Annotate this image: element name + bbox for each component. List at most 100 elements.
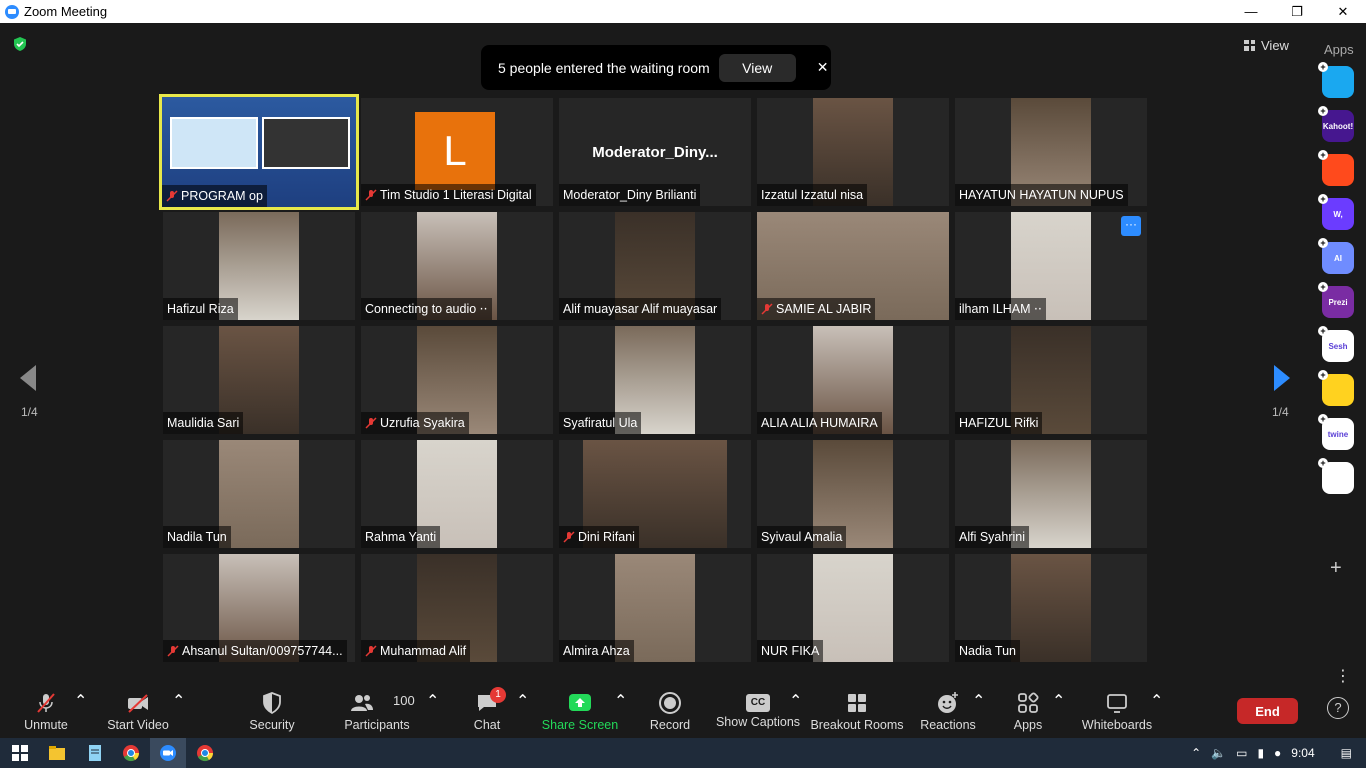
pitch-app-icon[interactable]: + xyxy=(1318,62,1354,98)
participant-tile[interactable]: Alif muayasar Alif muayasar xyxy=(559,212,751,320)
add-app-icon[interactable]: + xyxy=(1330,557,1342,580)
participant-tile[interactable]: Uzrufia Syakira xyxy=(361,326,553,434)
participant-tile[interactable]: HAYATUN HAYATUN NUPUS xyxy=(955,98,1147,206)
zoom-taskbar-active[interactable] xyxy=(150,738,186,768)
tray-chevron-icon[interactable]: ⌃ xyxy=(1191,746,1201,760)
participant-tile[interactable]: Almira Ahza xyxy=(559,554,751,662)
close-button[interactable]: ✕ xyxy=(1320,0,1366,23)
audio-options-chevron-icon[interactable]: ⌃ xyxy=(74,691,87,711)
participant-name: Moderator_Diny Brilianti xyxy=(563,188,697,202)
mic-tray-icon[interactable]: ● xyxy=(1274,746,1281,760)
help-icon[interactable]: ? xyxy=(1327,697,1349,719)
participant-tile[interactable]: Dini Rifani xyxy=(559,440,751,548)
participant-tile[interactable]: Ahsanul Sultan/009757744... xyxy=(163,554,355,662)
security-button[interactable]: Security xyxy=(249,685,295,738)
unmute-button[interactable]: Unmute xyxy=(24,685,68,738)
file-explorer-icon[interactable] xyxy=(48,744,66,762)
apps-label[interactable]: Apps xyxy=(1324,42,1354,57)
meeting-area: 5 people entered the waiting room View ✕… xyxy=(0,23,1366,685)
reactions-chevron-icon[interactable]: ⌃ xyxy=(972,691,985,711)
participant-tile[interactable]: Nadia Tun xyxy=(955,554,1147,662)
participant-name: Izzatul Izzatul nisa xyxy=(761,188,864,202)
participant-name-bar: Nadia Tun xyxy=(955,640,1020,662)
participant-tile[interactable]: SAMIE AL JABIR xyxy=(757,212,949,320)
zoom-taskbar-icon xyxy=(160,745,176,761)
participant-tile[interactable]: Alfi Syahrini xyxy=(955,440,1147,548)
maximize-button[interactable]: ❐ xyxy=(1274,0,1320,23)
speaker-icon[interactable]: 🔈 xyxy=(1211,746,1226,760)
security-shield-icon xyxy=(263,692,281,715)
participant-name-bar: PROGRAM op xyxy=(162,185,267,207)
previous-page-arrow-icon[interactable] xyxy=(18,363,38,393)
miro-red-app-icon[interactable]: + xyxy=(1318,150,1354,186)
participant-name-bar: HAYATUN HAYATUN NUPUS xyxy=(955,184,1128,206)
encryption-shield-icon[interactable] xyxy=(12,36,28,52)
participant-tile[interactable]: Moderator_Diny... Moderator_Diny Briliant… xyxy=(559,98,751,206)
notifications-icon[interactable]: ▤ xyxy=(1341,746,1352,760)
app-label: Prezi xyxy=(1328,297,1348,307)
next-page-arrow-icon[interactable] xyxy=(1272,363,1292,393)
reactions-button[interactable]: Reactions xyxy=(920,685,976,738)
system-tray: ⌃ 🔈 ▭ ▮ ● 9:04 ▤ xyxy=(1191,738,1366,768)
view-waiting-room-button[interactable]: View xyxy=(718,53,796,82)
record-button[interactable]: Record xyxy=(648,685,692,738)
participant-name-bar: Izzatul Izzatul nisa xyxy=(757,184,868,206)
chat-chevron-icon[interactable]: ⌃ xyxy=(516,691,529,711)
windows-start-icon[interactable] xyxy=(11,744,29,762)
view-layout-button[interactable]: View xyxy=(1244,33,1289,57)
share-screen-chevron-icon[interactable]: ⌃ xyxy=(614,691,627,711)
close-notification-icon[interactable]: ✕ xyxy=(817,59,829,76)
participant-tile[interactable]: Connecting to audio ⋅⋅ xyxy=(361,212,553,320)
chrome-icon[interactable] xyxy=(122,744,140,762)
participant-tile[interactable]: HAFIZUL Rifki xyxy=(955,326,1147,434)
emoji-app-icon[interactable]: + xyxy=(1318,370,1354,406)
captions-chevron-icon[interactable]: ⌃ xyxy=(789,691,802,711)
participant-name: HAFIZUL Rifki xyxy=(959,416,1039,430)
tile-more-options-icon[interactable]: ··· xyxy=(1121,216,1141,236)
sesh-app-icon[interactable]: + Sesh xyxy=(1318,326,1354,362)
network-icon[interactable]: ▭ xyxy=(1236,746,1247,760)
share-screen-button[interactable]: Share Screen xyxy=(542,685,618,738)
apps-button[interactable]: Apps xyxy=(1010,685,1046,738)
video-options-chevron-icon[interactable]: ⌃ xyxy=(172,691,185,711)
clock[interactable]: 9:04 xyxy=(1291,746,1314,760)
participant-tile[interactable]: Nadila Tun xyxy=(163,440,355,548)
participant-name: SAMIE AL JABIR xyxy=(776,302,872,316)
apps-toolbar-label: Apps xyxy=(1013,718,1043,732)
participant-tile[interactable]: Rahma Yanti xyxy=(361,440,553,548)
whiteboards-chevron-icon[interactable]: ⌃ xyxy=(1150,691,1163,711)
muted-mic-icon xyxy=(563,531,575,543)
blocks-app-icon[interactable]: + xyxy=(1318,458,1354,494)
reactions-smiley-icon xyxy=(938,692,958,713)
kahoot-app-icon[interactable]: + Kahoot! xyxy=(1318,106,1354,142)
participant-tile[interactable]: Hafizul Riza xyxy=(163,212,355,320)
battery-icon[interactable]: ▮ xyxy=(1257,746,1264,760)
participant-tile[interactable]: NUR FIKA xyxy=(757,554,949,662)
wooclap-app-icon[interactable]: + W, xyxy=(1318,194,1354,230)
prezi-app-icon[interactable]: + Prezi xyxy=(1318,282,1354,318)
end-meeting-button[interactable]: End xyxy=(1237,698,1298,724)
breakout-rooms-button[interactable]: Breakout Rooms xyxy=(810,685,904,738)
participant-tile[interactable]: Syafiratul Ula xyxy=(559,326,751,434)
ai-app-icon[interactable]: + AI xyxy=(1318,238,1354,274)
participant-name: Nadila Tun xyxy=(167,530,227,544)
more-options-icon[interactable]: ⋮ xyxy=(1335,666,1351,686)
participant-tile[interactable]: Maulidia Sari xyxy=(163,326,355,434)
app-label: W, xyxy=(1333,209,1343,219)
participants-chevron-icon[interactable]: ⌃ xyxy=(426,691,439,711)
participant-tile[interactable]: PROGRAM op xyxy=(159,94,359,210)
whiteboards-button[interactable]: Whiteboards xyxy=(1082,685,1152,738)
notepad-icon[interactable] xyxy=(86,744,104,762)
start-video-button[interactable]: Start Video xyxy=(107,685,169,738)
participant-tile[interactable]: Syivaul Amalia xyxy=(757,440,949,548)
twine-app-icon[interactable]: + twine xyxy=(1318,414,1354,450)
participant-tile[interactable]: L Tim Studio 1 Literasi Digital xyxy=(361,98,553,206)
apps-chevron-icon[interactable]: ⌃ xyxy=(1052,691,1065,711)
minimize-button[interactable]: — xyxy=(1228,0,1274,23)
participant-tile[interactable]: ··· ilham ILHAM ⋅⋅ xyxy=(955,212,1147,320)
participant-tile[interactable]: Muhammad Alif xyxy=(361,554,553,662)
participant-tile[interactable]: ALIA ALIA HUMAIRA xyxy=(757,326,949,434)
participant-tile[interactable]: Izzatul Izzatul nisa xyxy=(757,98,949,206)
show-captions-button[interactable]: CC Show Captions xyxy=(716,685,800,738)
chrome-icon-2[interactable] xyxy=(196,744,214,762)
